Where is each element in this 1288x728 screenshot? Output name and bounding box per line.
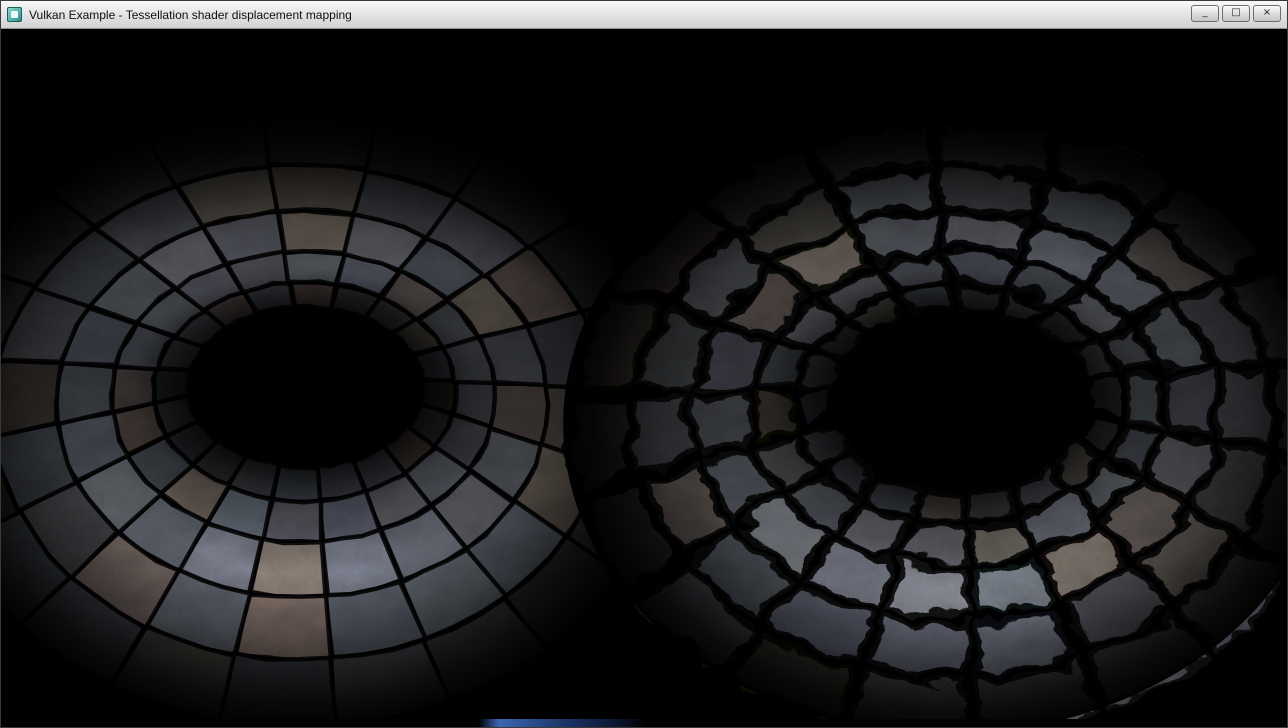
close-button[interactable]: × <box>1253 5 1281 22</box>
window-title: Vulkan Example - Tessellation shader dis… <box>29 8 352 22</box>
minimize-button[interactable]: _ <box>1191 5 1219 22</box>
taskbar-peek[interactable] <box>1 719 1287 728</box>
taskbar-button-glow <box>479 719 647 728</box>
app-window: Vulkan Example - Tessellation shader dis… <box>0 0 1288 728</box>
window-icon <box>7 7 22 22</box>
titlebar[interactable]: Vulkan Example - Tessellation shader dis… <box>1 1 1287 29</box>
maximize-button[interactable]: □ <box>1222 5 1250 22</box>
render-viewport[interactable] <box>1 29 1287 719</box>
window-controls: _ □ × <box>1191 5 1281 22</box>
